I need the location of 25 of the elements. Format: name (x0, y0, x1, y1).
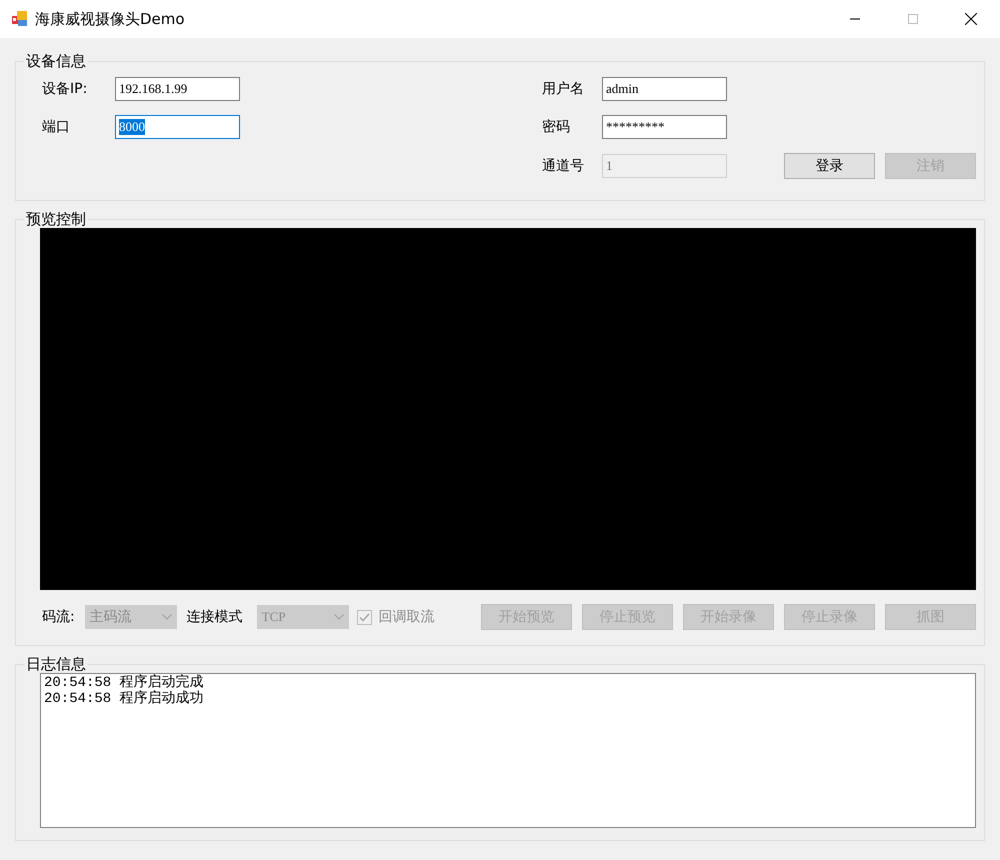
input-field[interactable]: 192.168.1.99 (115, 77, 240, 101)
login-button[interactable]: 登录 (784, 153, 875, 179)
maximize-icon (908, 14, 918, 24)
chevron-down-icon (334, 614, 344, 620)
combo-label: 码流: (42, 608, 75, 626)
input-field[interactable]: ********* (602, 115, 727, 139)
group-title: 预览控制 (25, 210, 87, 228)
chevron-down-icon (162, 614, 172, 620)
field-label: 端口 (42, 118, 71, 136)
input-field[interactable]: admin (602, 77, 727, 101)
group-title: 设备信息 (25, 52, 87, 70)
log-line: 20:54:58 程序启动成功 (44, 691, 205, 707)
field-label: 通道号 (542, 156, 585, 176)
log-line: 20:54:58 程序启动完成 (44, 675, 205, 691)
field-label: 用户名 (542, 80, 585, 98)
checkbox-label: 回调取流 (378, 608, 435, 626)
group-title: 日志信息 (25, 655, 87, 673)
window-title: 海康威视摄像头Demo (35, 8, 185, 30)
app-icon (11, 10, 29, 28)
input-field[interactable]: 8000 (115, 115, 240, 139)
combo-label: 连接模式 (186, 608, 243, 626)
close-icon (965, 13, 977, 25)
log-textbox[interactable]: 20:54:58 程序启动完成 20:54:58 程序启动成功 (40, 673, 976, 828)
field-label: 密码 (542, 118, 571, 136)
field-label: 设备IP: (42, 80, 88, 98)
